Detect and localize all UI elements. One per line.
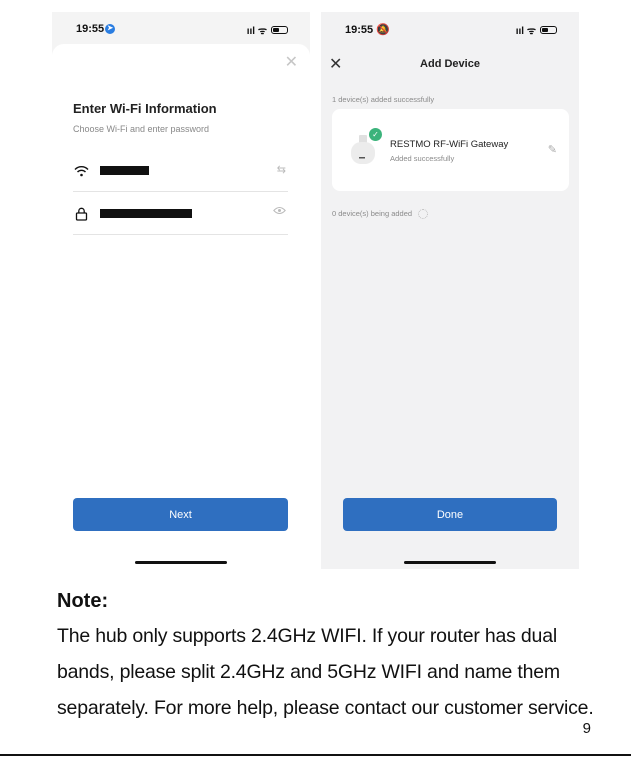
device-status: Added successfully bbox=[390, 154, 455, 163]
add-device-screenshot: 19:55 🔕 ııl ᯤ ✕ Add Device 1 device(s) a… bbox=[321, 12, 579, 569]
home-indicator bbox=[404, 561, 496, 564]
page-number: 9 bbox=[582, 720, 591, 737]
home-indicator bbox=[135, 561, 227, 564]
status-time: 19:55 🔕 bbox=[345, 24, 390, 36]
wifi-sheet: ✕ Enter Wi-Fi Information Choose Wi-Fi a… bbox=[52, 44, 310, 569]
wifi-icon bbox=[73, 163, 89, 179]
note-line: separately. For more help, please contac… bbox=[57, 697, 594, 719]
device-name: RESTMO RF-WiFi Gateway bbox=[390, 139, 509, 150]
done-button[interactable]: Done bbox=[343, 498, 557, 531]
page-subtitle: Choose Wi-Fi and enter password bbox=[73, 124, 210, 134]
loading-spinner-icon bbox=[418, 209, 429, 220]
status-bar: 19:55 ➤ ııl ᯤ bbox=[52, 12, 310, 44]
bell-mute-icon: 🔕 bbox=[376, 24, 390, 36]
close-icon[interactable]: ✕ bbox=[285, 52, 298, 72]
note-line: The hub only supports 2.4GHz WIFI. If yo… bbox=[57, 625, 557, 647]
success-check-icon: ✓ bbox=[369, 128, 382, 141]
battery-icon bbox=[540, 26, 557, 34]
location-icon: ➤ bbox=[105, 24, 116, 35]
note-line: bands, please split 2.4GHz and 5GHz WIFI… bbox=[57, 661, 560, 683]
status-bar: 19:55 🔕 ııl ᯤ bbox=[321, 12, 579, 44]
device-card[interactable]: ✓ RESTMO RF-WiFi Gateway Added successfu… bbox=[332, 109, 569, 191]
signal-wifi-icons: ııl ᯤ bbox=[246, 26, 267, 37]
wifi-name-redacted bbox=[100, 166, 149, 175]
status-icons: ııl ᯤ bbox=[516, 23, 557, 37]
page-title: Enter Wi-Fi Information bbox=[73, 101, 217, 116]
switch-network-icon[interactable]: ⇆ bbox=[277, 163, 286, 176]
adding-count-label: 0 device(s) being added bbox=[332, 209, 429, 220]
wifi-name-field[interactable]: ⇆ bbox=[73, 150, 288, 192]
password-redacted bbox=[100, 209, 192, 218]
lock-icon bbox=[73, 206, 89, 222]
password-field[interactable] bbox=[73, 193, 288, 235]
battery-icon bbox=[271, 26, 288, 34]
note-title: Note: bbox=[57, 590, 109, 612]
wifi-setup-screenshot: 19:55 ➤ ııl ᯤ ✕ Enter Wi-Fi Information C… bbox=[52, 12, 310, 569]
added-count-label: 1 device(s) added successfully bbox=[332, 95, 435, 104]
eye-icon[interactable] bbox=[273, 206, 286, 218]
next-button[interactable]: Next bbox=[73, 498, 288, 531]
status-icons: ııl ᯤ bbox=[247, 23, 288, 37]
footer-divider bbox=[0, 754, 631, 756]
page-title: Add Device bbox=[420, 58, 480, 70]
signal-wifi-icons: ııl ᯤ bbox=[515, 26, 536, 37]
status-time: 19:55 ➤ bbox=[76, 23, 116, 35]
edit-icon[interactable]: ✎ bbox=[548, 143, 557, 156]
